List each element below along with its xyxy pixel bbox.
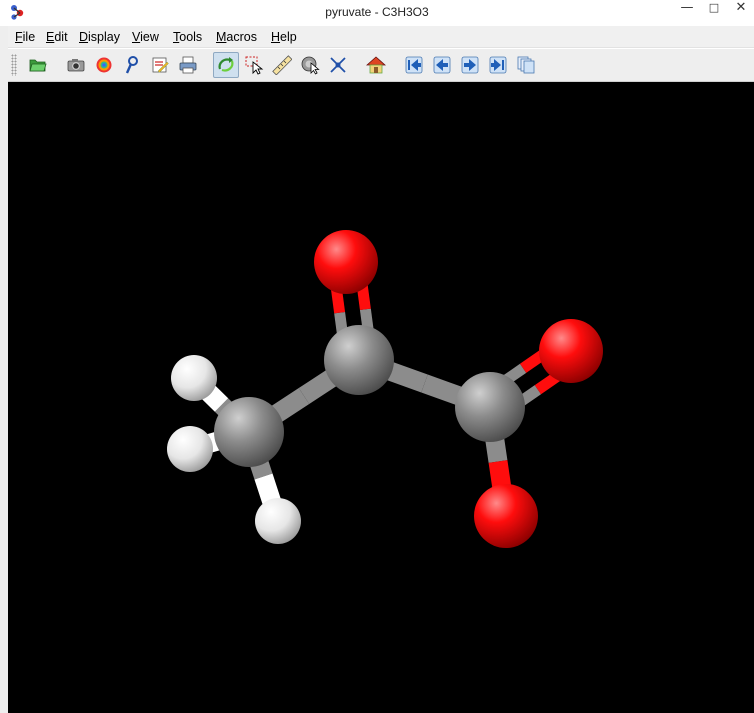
menu-view[interactable]: View (132, 30, 159, 44)
povray-render-icon (96, 57, 112, 73)
atom-O1[interactable] (314, 230, 378, 294)
atom-O3[interactable] (474, 484, 538, 548)
last-frame-icon (489, 56, 507, 74)
atom-pick-icon (330, 57, 346, 73)
previous-frame-button[interactable] (429, 52, 455, 78)
menu-help[interactable]: Help (271, 30, 297, 44)
molecule-canvas[interactable] (8, 82, 754, 713)
export-image-button[interactable] (63, 52, 89, 78)
next-frame-button[interactable] (457, 52, 483, 78)
pick-atom-button[interactable] (325, 52, 351, 78)
povray-button[interactable] (91, 52, 117, 78)
atom-H1[interactable] (171, 355, 217, 401)
select-mode-button[interactable] (241, 52, 267, 78)
title-bar[interactable]: pyruvate - C3H3O3 — □ ✕ (0, 0, 754, 26)
print-button[interactable] (175, 52, 201, 78)
script-editor-button[interactable] (147, 52, 173, 78)
molecule-viewer[interactable] (8, 82, 754, 713)
menu-tools[interactable]: Tools (173, 30, 202, 44)
measure-ruler-icon (272, 55, 292, 75)
script-editor-icon (152, 57, 169, 73)
home-icon (366, 56, 386, 74)
pdb-button[interactable] (119, 52, 145, 78)
rotate-icon (218, 57, 234, 72)
all-frames-icon (517, 56, 535, 74)
minimize-button[interactable]: — (673, 0, 701, 18)
atom-O2[interactable] (539, 319, 603, 383)
pick-select-icon (245, 56, 264, 75)
toolbar-grip[interactable] (11, 54, 17, 76)
left-border (0, 26, 8, 713)
atom-H3[interactable] (255, 498, 301, 544)
camera-icon (67, 59, 85, 72)
first-frame-icon (405, 56, 423, 74)
next-frame-icon (461, 56, 479, 74)
spin-button[interactable] (297, 52, 323, 78)
atom-C1[interactable] (214, 397, 284, 467)
close-button[interactable]: ✕ (727, 0, 754, 18)
open-folder-icon (29, 59, 47, 72)
rotate-mode-button[interactable] (213, 52, 239, 78)
last-frame-button[interactable] (485, 52, 511, 78)
print-icon (179, 56, 197, 74)
atom-C3[interactable] (455, 372, 525, 442)
atom-H2[interactable] (167, 426, 213, 472)
open-file-button[interactable] (25, 52, 51, 78)
menu-bar: File Edit Display View Tools Macros Help (8, 26, 754, 48)
home-button[interactable] (363, 52, 389, 78)
menu-display[interactable]: Display (79, 30, 120, 44)
toolbar (8, 49, 754, 82)
menu-edit[interactable]: Edit (46, 30, 68, 44)
spin-cursor-icon (301, 56, 320, 75)
pdb-lookup-icon (125, 56, 138, 74)
menu-macros[interactable]: Macros (216, 30, 257, 44)
first-frame-button[interactable] (401, 52, 427, 78)
all-frames-button[interactable] (513, 52, 539, 78)
atom-C2[interactable] (324, 325, 394, 395)
window-title: pyruvate - C3H3O3 (325, 5, 429, 19)
maximize-button[interactable]: □ (700, 0, 728, 18)
menu-file[interactable]: File (15, 30, 35, 44)
previous-frame-icon (433, 56, 451, 74)
measure-button[interactable] (269, 52, 295, 78)
